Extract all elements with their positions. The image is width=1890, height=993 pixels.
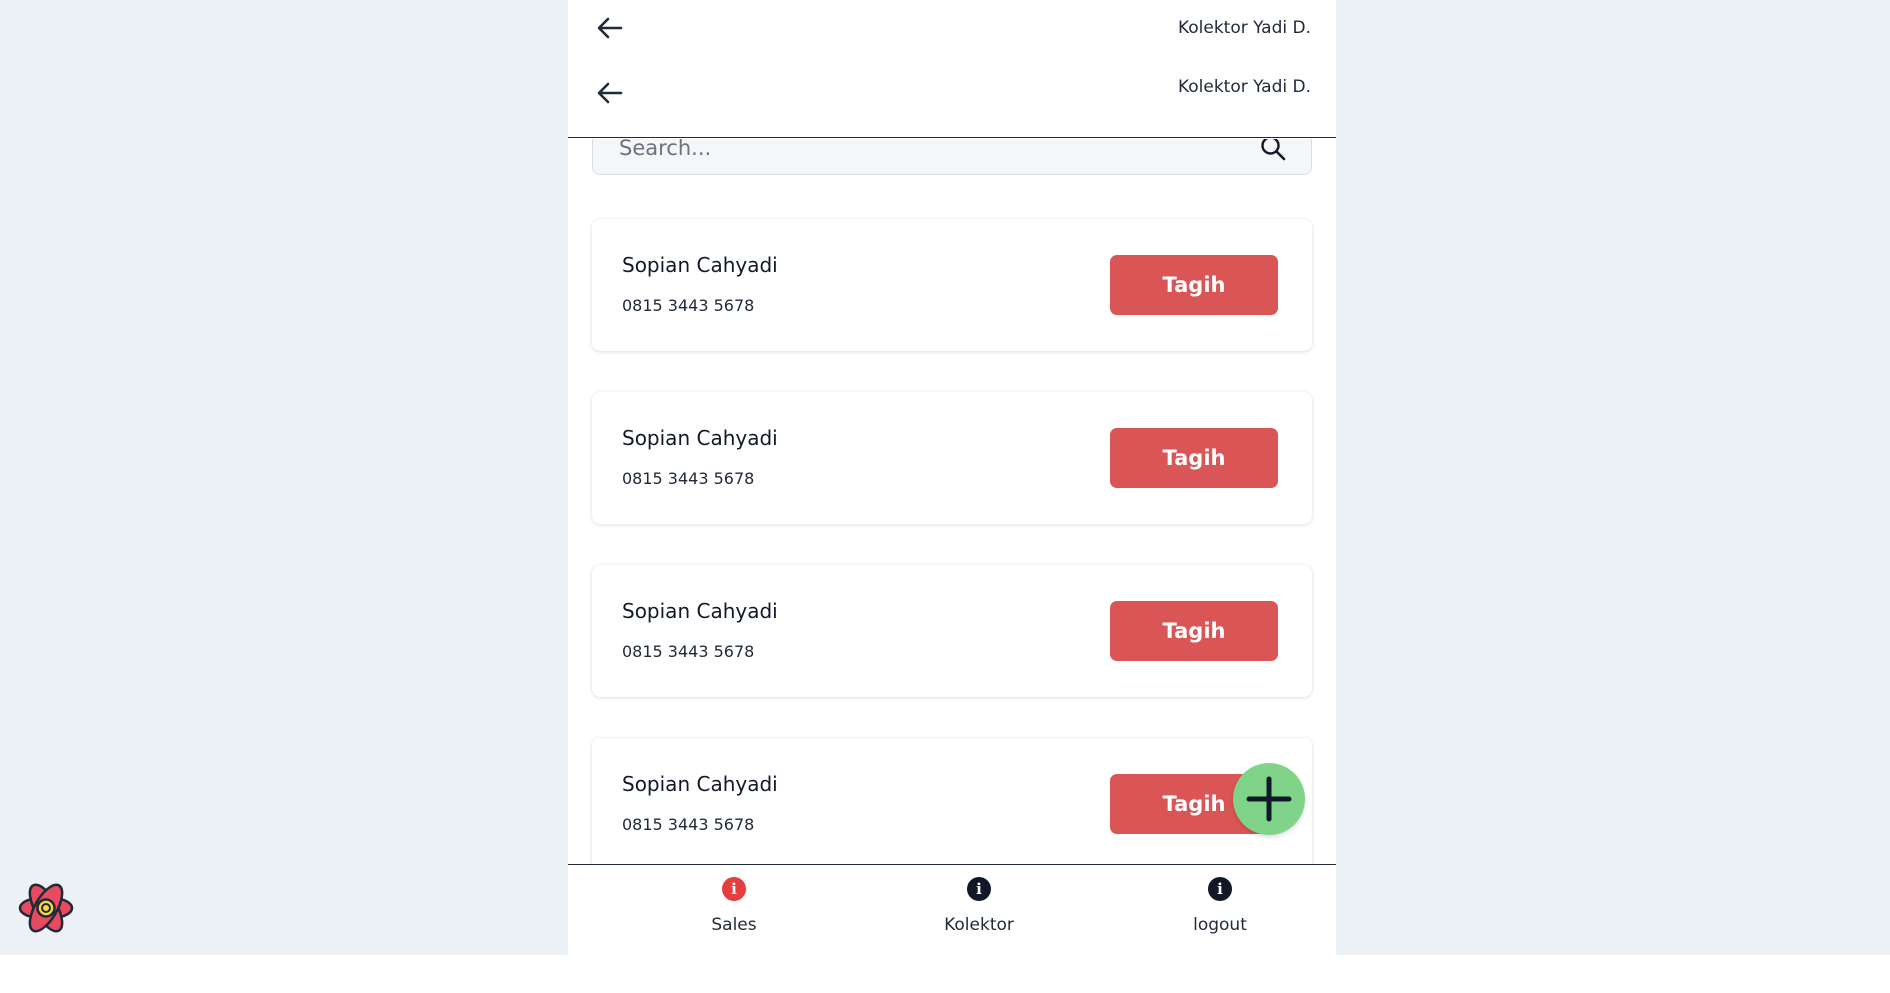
- arrow-left-icon: [597, 17, 623, 38]
- info-icon: i: [1208, 877, 1232, 901]
- customer-name: Sopian Cahyadi: [622, 426, 778, 450]
- header-row-1: Kolektor Yadi D.: [568, 0, 1336, 55]
- nav-label: Sales: [711, 915, 757, 935]
- customer-name: Sopian Cahyadi: [622, 772, 778, 796]
- bottom-navigation: i Sales i Kolektor i logout: [568, 864, 1336, 955]
- customer-name: Sopian Cahyadi: [622, 253, 778, 277]
- customer-name: Sopian Cahyadi: [622, 599, 778, 623]
- mobile-app-frame: Kolektor Yadi D. Kolektor Yadi D. Sopian…: [568, 0, 1336, 955]
- tagih-button[interactable]: Tagih: [1110, 601, 1278, 661]
- customer-card: Sopian Cahyadi 0815 3443 5678 Tagih: [592, 565, 1312, 697]
- nav-item-logout[interactable]: i logout: [1170, 877, 1270, 935]
- customer-phone: 0815 3443 5678: [622, 815, 755, 834]
- info-icon: i: [722, 877, 746, 901]
- search-input[interactable]: [617, 139, 1259, 161]
- customer-card: Sopian Cahyadi 0815 3443 5678 Tagih: [592, 219, 1312, 351]
- nav-label: logout: [1193, 915, 1247, 935]
- customer-card: Sopian Cahyadi 0815 3443 5678 Tagih: [592, 738, 1312, 864]
- back-button[interactable]: [594, 12, 626, 44]
- customer-phone: 0815 3443 5678: [622, 469, 755, 488]
- tagih-button[interactable]: Tagih: [1110, 428, 1278, 488]
- customer-list[interactable]: Sopian Cahyadi 0815 3443 5678 Tagih Sopi…: [568, 139, 1336, 864]
- search-icon[interactable]: [1259, 139, 1287, 162]
- customer-card: Sopian Cahyadi 0815 3443 5678 Tagih: [592, 392, 1312, 524]
- user-label: Kolektor Yadi D.: [1177, 17, 1311, 38]
- user-label: Kolektor Yadi D.: [1177, 77, 1311, 97]
- nav-label: Kolektor: [944, 915, 1014, 935]
- customer-phone: 0815 3443 5678: [622, 296, 755, 315]
- search-bar: [592, 139, 1312, 175]
- tagih-button[interactable]: Tagih: [1110, 255, 1278, 315]
- customer-phone: 0815 3443 5678: [622, 642, 755, 661]
- plus-icon: [1246, 776, 1292, 822]
- react-logo-icon[interactable]: [15, 877, 77, 939]
- back-button[interactable]: [594, 77, 626, 109]
- arrow-left-icon: [597, 82, 623, 104]
- nav-item-sales[interactable]: i Sales: [684, 877, 784, 935]
- nav-item-kolektor[interactable]: i Kolektor: [919, 877, 1039, 935]
- header-row-2: Kolektor Yadi D.: [568, 55, 1336, 138]
- add-button[interactable]: [1233, 763, 1305, 835]
- info-icon: i: [967, 877, 991, 901]
